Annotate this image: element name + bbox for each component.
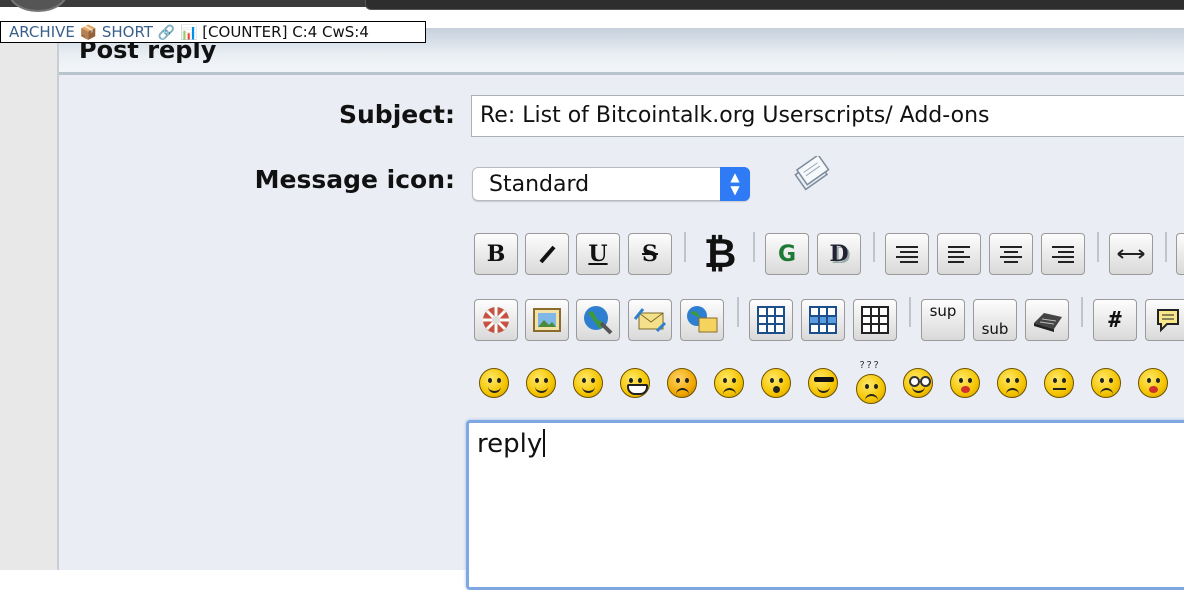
image-button[interactable]	[525, 299, 569, 341]
code-button[interactable]: #	[1093, 299, 1137, 341]
quote-icon	[1156, 309, 1179, 333]
hyperlink-button[interactable]	[576, 299, 620, 341]
select-arrows-icon: ▲ ▼	[720, 167, 750, 201]
message-icon-select[interactable]: Standard ▲ ▼	[472, 167, 750, 201]
underline-button[interactable]: U	[576, 233, 620, 275]
italic-button[interactable]	[525, 233, 569, 275]
table-icon	[757, 306, 785, 334]
email-button[interactable]	[628, 299, 672, 341]
ftp-icon	[687, 306, 718, 333]
code-icon: #	[1108, 307, 1122, 333]
archive-link[interactable]: ARCHIVE	[9, 23, 75, 41]
pre-button[interactable]	[885, 233, 929, 275]
bar-chart-icon: 📊	[179, 25, 198, 41]
kiss-icon[interactable]	[1138, 368, 1168, 398]
italic-icon	[539, 245, 556, 264]
right-align-button[interactable]	[1041, 233, 1085, 275]
message-icon-value: Standard	[489, 172, 590, 197]
toolbar-separator	[737, 297, 739, 327]
undecided-icon[interactable]	[1091, 368, 1121, 398]
quote-button[interactable]	[1145, 299, 1184, 341]
browser-tab-strip	[365, 0, 1184, 10]
glow-icon: G	[777, 241, 797, 267]
message-text: reply	[477, 429, 546, 459]
toolbar-separator	[753, 232, 755, 262]
left-align-button[interactable]	[937, 233, 981, 275]
horizontal-rule-icon	[1117, 249, 1145, 259]
huh-question-marks: ???	[859, 360, 881, 371]
table-column-button[interactable]	[853, 299, 897, 341]
message-textarea[interactable]: reply	[466, 420, 1184, 590]
horizontal-rule-button[interactable]	[1109, 233, 1153, 275]
table-column-icon	[861, 306, 889, 334]
grin-icon[interactable]	[620, 368, 650, 398]
center-button[interactable]	[989, 233, 1033, 275]
link-icon: 🔗	[157, 25, 176, 41]
email-icon	[633, 308, 667, 333]
right-align-icon	[1052, 246, 1074, 263]
glow-button[interactable]: G	[765, 233, 809, 275]
table-button[interactable]	[749, 299, 793, 341]
teletype-button[interactable]	[1025, 299, 1069, 341]
bitcoin-icon: ₿	[703, 231, 737, 277]
browser-control-button[interactable]	[8, 0, 68, 12]
smiley-icon[interactable]	[479, 368, 509, 398]
table-row-icon	[809, 306, 837, 334]
message-content: reply	[477, 429, 543, 459]
underline-icon: U	[588, 241, 608, 267]
toolbar-separator	[1165, 232, 1167, 262]
toolbar-separator	[1081, 297, 1083, 327]
hyperlink-icon	[584, 306, 613, 335]
toolbar-separator	[684, 232, 686, 262]
angry-icon[interactable]	[667, 368, 697, 398]
roll-eyes-icon[interactable]	[903, 368, 933, 398]
bold-icon: B	[486, 241, 506, 267]
shocked-icon[interactable]	[761, 368, 791, 398]
flash-icon	[483, 307, 509, 333]
table-row-button[interactable]	[801, 299, 845, 341]
toolbar-separator	[873, 232, 875, 262]
toolbar-overflow-button[interactable]	[1176, 233, 1184, 275]
wink-icon[interactable]	[526, 368, 556, 398]
embarrassed-icon[interactable]	[997, 368, 1027, 398]
bold-button[interactable]: B	[474, 233, 518, 275]
shadow-button[interactable]: D	[817, 233, 861, 275]
cool-icon[interactable]	[808, 368, 838, 398]
ftp-button[interactable]	[680, 299, 724, 341]
shadow-icon: D	[829, 241, 849, 267]
subscript-button[interactable]: sub	[973, 299, 1017, 341]
image-icon	[533, 308, 561, 332]
toolbar-separator	[1097, 232, 1099, 262]
center-icon	[1000, 246, 1022, 263]
sad-icon[interactable]	[714, 368, 744, 398]
counter-text: [COUNTER] C:4 CwS:4	[202, 23, 369, 41]
huh-icon[interactable]	[856, 374, 886, 404]
message-icon-label: Message icon:	[254, 165, 455, 194]
message-icon-preview	[794, 156, 830, 191]
left-gutter	[0, 40, 59, 570]
toolbar-separator	[909, 297, 911, 327]
left-align-icon	[948, 246, 970, 263]
lips-sealed-icon[interactable]	[1044, 368, 1074, 398]
subject-label: Subject:	[339, 100, 455, 129]
strikethrough-button[interactable]: S	[628, 233, 672, 275]
superscript-button[interactable]: sup	[921, 299, 965, 341]
tongue-icon[interactable]	[950, 368, 980, 398]
cheesy-icon[interactable]	[573, 368, 603, 398]
extension-badge: ARCHIVE 📦 SHORT 🔗 📊 [COUNTER] C:4 CwS:4	[0, 21, 426, 43]
browser-top-bar	[0, 0, 1184, 12]
pre-icon	[896, 246, 918, 263]
package-icon: 📦	[79, 25, 98, 41]
short-link[interactable]: SHORT	[102, 23, 153, 41]
subject-input[interactable]: Re: List of Bitcointalk.org Userscripts/…	[471, 95, 1184, 137]
strikethrough-icon: S	[642, 241, 658, 267]
superscript-icon: sup	[929, 302, 957, 320]
teletype-icon	[1034, 313, 1062, 332]
subscript-icon: sub	[981, 320, 1009, 338]
flash-button[interactable]	[474, 299, 518, 341]
bitcoin-button[interactable]: ₿	[697, 231, 743, 277]
text-caret	[543, 429, 546, 457]
